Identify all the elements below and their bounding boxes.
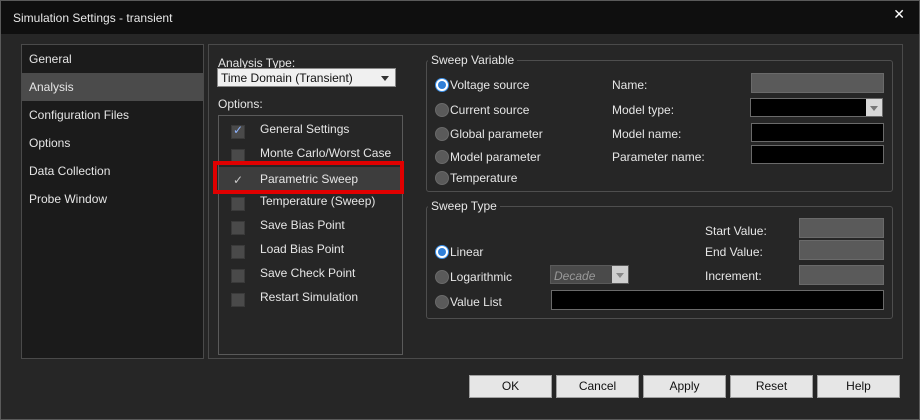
parameter-name-label: Parameter name: [612,150,705,164]
end-value-label: End Value: [705,245,763,259]
linear-label: Linear [450,245,484,259]
model-type-select[interactable] [750,98,883,117]
option-label: Monte Carlo/Worst Case [260,146,392,160]
radio-logarithmic[interactable] [435,270,449,284]
checkbox-load-bias-point[interactable] [231,245,245,259]
analysis-type-select[interactable]: Time Domain (Transient) [217,68,396,87]
checkbox-save-check-point[interactable] [231,269,245,283]
reset-button[interactable]: Reset [730,375,813,398]
simulation-settings-dialog: Simulation Settings - transient ✕ Genera… [0,0,920,420]
nav-item-options[interactable]: Options [22,129,203,157]
chevron-down-icon [612,266,628,283]
options-list: General Settings Monte Carlo/Worst Case … [218,115,403,355]
name-label: Name: [612,78,648,92]
option-label: Restart Simulation [260,290,359,304]
parameter-name-input[interactable] [751,145,884,164]
increment-input[interactable] [799,265,884,285]
checkbox-temperature-sweep[interactable] [231,197,245,211]
sweep-variable-title: Sweep Variable [428,53,518,67]
option-label: Save Check Point [260,266,356,280]
option-label: Temperature (Sweep) [260,194,376,208]
help-button[interactable]: Help [817,375,900,398]
log-scale-value: Decade [554,269,596,283]
radio-global-parameter[interactable] [435,127,449,141]
option-restart-simulation[interactable]: Restart Simulation [219,288,402,308]
log-scale-select[interactable]: Decade [550,265,629,284]
option-label: Load Bias Point [260,242,345,256]
options-label: Options: [218,97,263,111]
radio-voltage-source[interactable] [435,78,449,92]
option-save-bias-point[interactable]: Save Bias Point [219,216,402,236]
nav-item-probe-window[interactable]: Probe Window [22,185,203,213]
model-name-label: Model name: [612,127,682,141]
category-nav: General Analysis Configuration Files Opt… [21,44,204,359]
title-bar: Simulation Settings - transient ✕ [1,1,919,34]
nav-item-data-collection[interactable]: Data Collection [22,157,203,185]
window-title: Simulation Settings - transient [13,11,173,25]
chevron-down-icon [866,99,882,116]
start-value-label: Start Value: [705,224,767,238]
option-general-settings[interactable]: General Settings [219,120,402,140]
model-type-label: Model type: [612,103,675,117]
close-icon[interactable]: ✕ [893,6,905,23]
voltage-source-label: Voltage source [450,78,530,92]
option-temperature-sweep[interactable]: Temperature (Sweep) [219,192,402,212]
radio-linear[interactable] [435,245,449,259]
checkbox-save-bias-point[interactable] [231,221,245,235]
nav-item-configuration-files[interactable]: Configuration Files [22,101,203,129]
start-value-input[interactable] [799,218,884,238]
selection-highlight [213,161,404,194]
value-list-input[interactable] [551,290,884,310]
ok-button[interactable]: OK [469,375,552,398]
name-input[interactable] [751,73,884,93]
radio-value-list[interactable] [435,295,449,309]
option-label: General Settings [260,122,350,136]
option-load-bias-point[interactable]: Load Bias Point [219,240,402,260]
global-parameter-label: Global parameter [450,127,543,141]
chevron-down-icon [381,76,389,81]
sweep-type-title: Sweep Type [428,199,500,213]
cancel-button[interactable]: Cancel [556,375,639,398]
end-value-input[interactable] [799,240,884,260]
analysis-type-value: Time Domain (Transient) [221,71,353,85]
apply-button[interactable]: Apply [643,375,726,398]
option-save-check-point[interactable]: Save Check Point [219,264,402,284]
radio-current-source[interactable] [435,103,449,117]
model-name-input[interactable] [751,123,884,142]
radio-temperature[interactable] [435,171,449,185]
nav-item-general[interactable]: General [22,45,203,73]
option-label: Save Bias Point [260,218,345,232]
model-parameter-label: Model parameter [450,150,541,164]
current-source-label: Current source [450,103,530,117]
value-list-label: Value List [450,295,502,309]
checkbox-restart-simulation[interactable] [231,293,245,307]
checkbox-general-settings[interactable] [231,123,245,139]
temperature-label: Temperature [450,171,518,185]
increment-label: Increment: [705,269,762,283]
radio-model-parameter[interactable] [435,150,449,164]
nav-item-analysis[interactable]: Analysis [22,73,203,101]
logarithmic-label: Logarithmic [450,270,513,284]
